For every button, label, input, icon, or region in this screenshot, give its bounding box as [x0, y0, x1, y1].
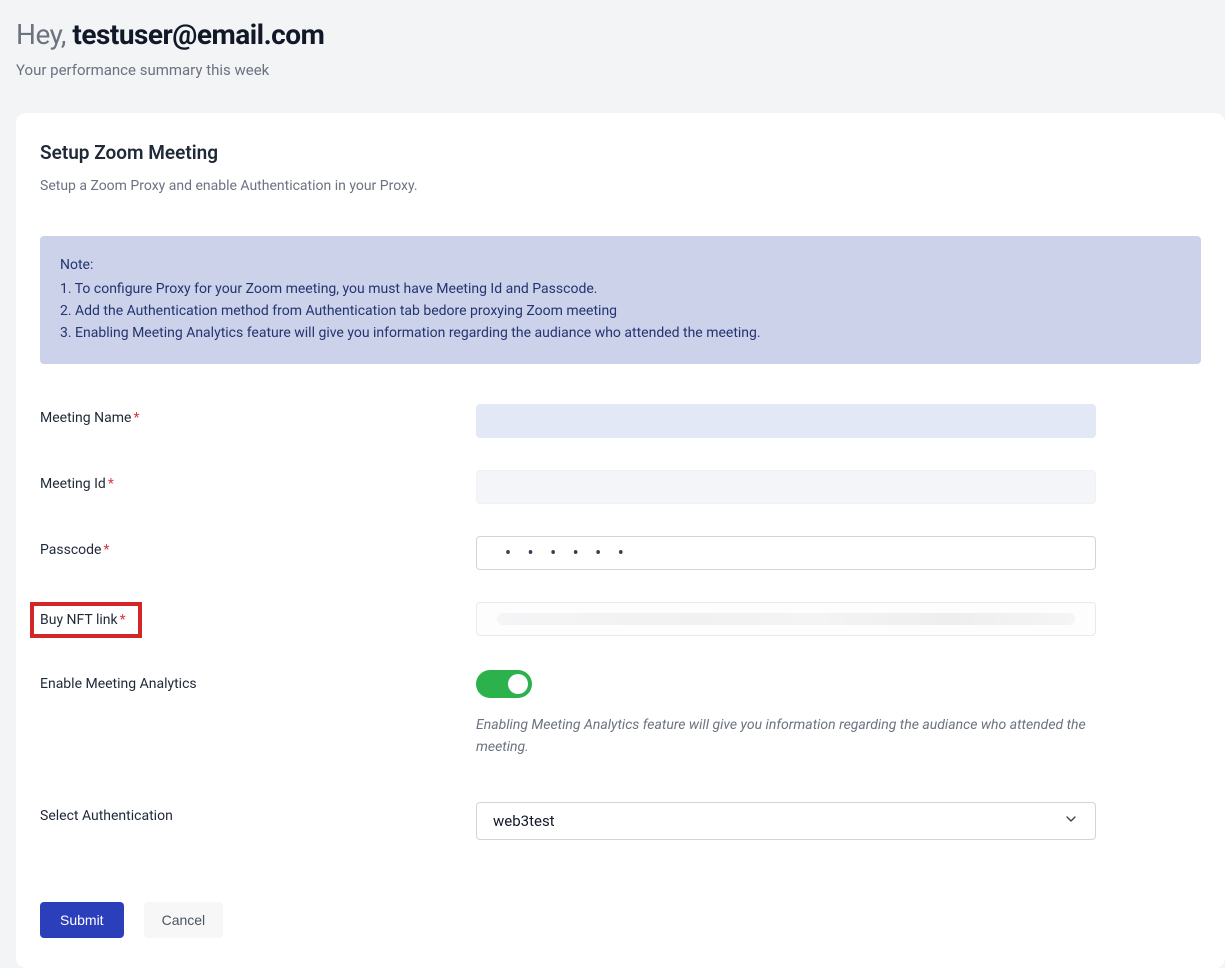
- note-box: Note: 1. To configure Proxy for your Zoo…: [40, 236, 1201, 364]
- note-line-2: 2. Add the Authentication method from Au…: [60, 300, 1181, 322]
- select-authentication-value: web3test: [493, 812, 555, 830]
- toggle-knob: [508, 674, 528, 694]
- buy-nft-link-label: Buy NFT link: [40, 612, 118, 628]
- cancel-button[interactable]: Cancel: [144, 902, 224, 938]
- note-line-1: 1. To configure Proxy for your Zoom meet…: [60, 278, 1181, 300]
- chevron-down-icon: [1063, 811, 1079, 831]
- greeting-prefix: Hey,: [16, 18, 72, 51]
- note-label: Note:: [60, 254, 1181, 276]
- passcode-label: Passcode*: [40, 536, 476, 558]
- select-authentication-label: Select Authentication: [40, 802, 476, 824]
- meeting-name-input[interactable]: [476, 404, 1096, 438]
- meeting-id-label: Meeting Id*: [40, 470, 476, 492]
- card-description: Setup a Zoom Proxy and enable Authentica…: [40, 178, 1201, 194]
- setup-card: Setup Zoom Meeting Setup a Zoom Proxy an…: [16, 113, 1225, 968]
- page-subtitle: Your performance summary this week: [16, 61, 1225, 79]
- required-asterisk: *: [108, 476, 114, 492]
- required-asterisk: *: [120, 612, 126, 628]
- select-authentication-dropdown[interactable]: web3test: [476, 802, 1096, 840]
- required-asterisk: *: [133, 410, 139, 426]
- note-line-3: 3. Enabling Meeting Analytics feature wi…: [60, 322, 1181, 344]
- redacted-content: [497, 613, 1075, 625]
- analytics-hint: Enabling Meeting Analytics feature will …: [476, 714, 1096, 758]
- buy-nft-link-input[interactable]: [476, 602, 1096, 636]
- enable-analytics-toggle[interactable]: [476, 670, 532, 698]
- passcode-input[interactable]: • • • • • •: [476, 536, 1096, 570]
- submit-button[interactable]: Submit: [40, 902, 124, 938]
- meeting-name-label: Meeting Name*: [40, 404, 476, 426]
- required-asterisk: *: [103, 542, 109, 558]
- buy-nft-link-highlight: Buy NFT link*: [30, 602, 142, 638]
- user-email: testuser@email.com: [72, 18, 324, 51]
- card-title: Setup Zoom Meeting: [40, 141, 1201, 164]
- enable-analytics-label: Enable Meeting Analytics: [40, 670, 476, 692]
- meeting-id-input[interactable]: [476, 470, 1096, 504]
- page-greeting: Hey, testuser@email.com: [16, 18, 1225, 51]
